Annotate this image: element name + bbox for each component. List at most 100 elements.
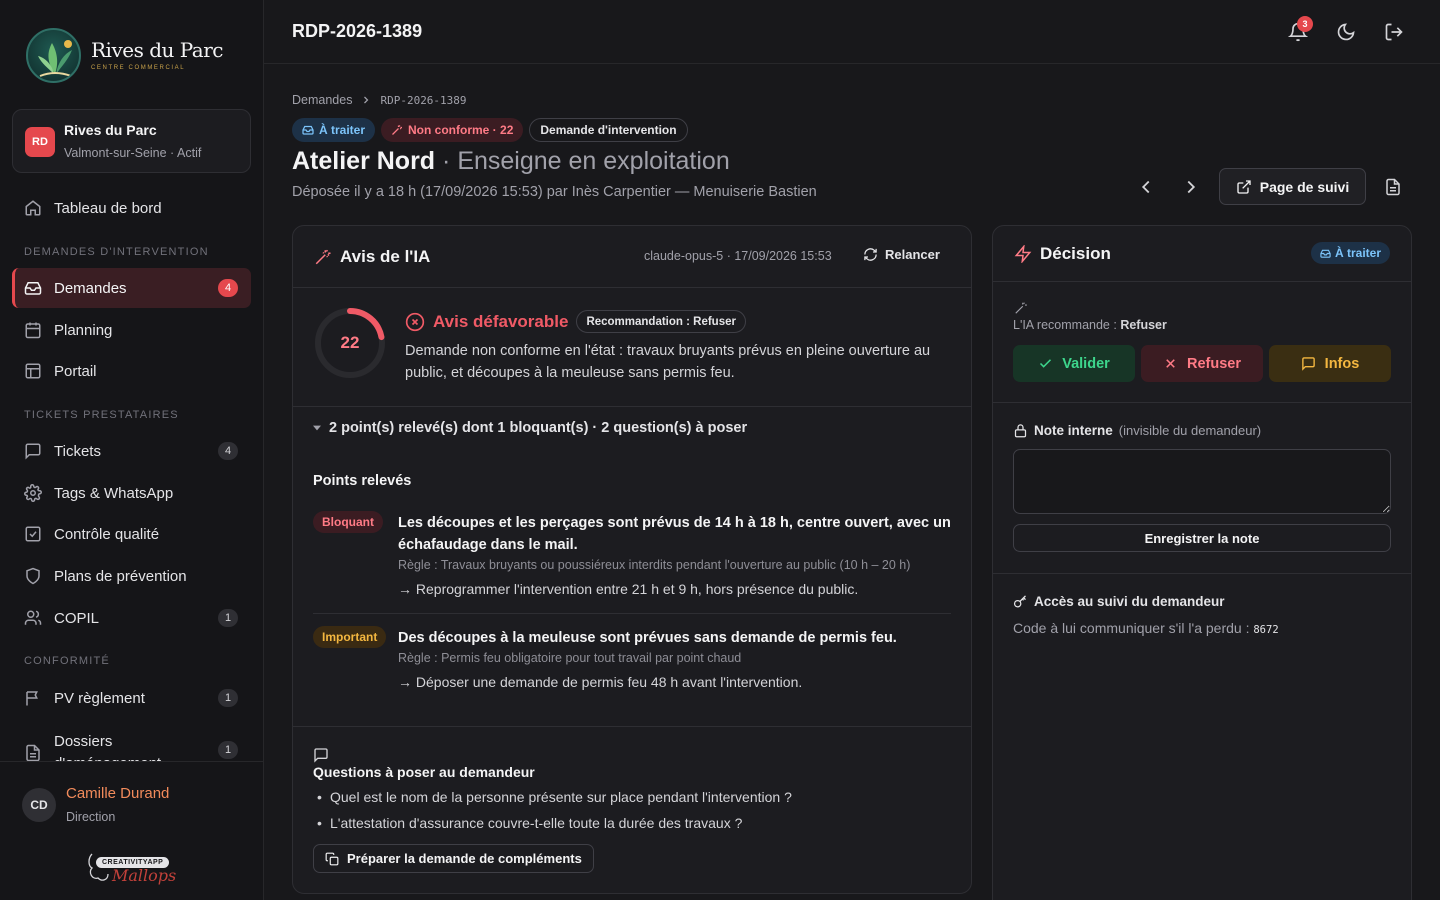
status-badge-label: À traiter — [1335, 246, 1382, 260]
sidebar-item-controle[interactable]: Contrôle qualité — [12, 514, 251, 554]
ai-recommendation-prefix: L'IA recommande : — [1013, 318, 1121, 332]
conformity-badge: Non conforme · 22 — [381, 118, 524, 142]
page-id-title: RDP-2026-1389 — [292, 21, 423, 41]
brand-name: Rives du Parc — [91, 38, 224, 62]
points-title: Points relevés — [313, 473, 412, 489]
zap-icon — [1014, 245, 1032, 263]
credit-signature: Mallops — [112, 866, 177, 885]
status-chips: À traiter Non conforme · 22 Demande d'in… — [292, 118, 688, 142]
validate-button[interactable]: Valider — [1013, 345, 1135, 382]
score-value: 22 — [340, 333, 360, 352]
page-title-main: Atelier Nord — [292, 147, 436, 175]
sidebar-item-plans[interactable]: Plans de prévention — [12, 556, 251, 596]
request-info-button[interactable]: Infos — [1269, 345, 1391, 382]
avatar[interactable]: CD — [22, 788, 56, 822]
verdict-title: Avis défavorable — [433, 311, 569, 331]
follow-page-button[interactable]: Page de suivi — [1219, 168, 1366, 205]
layout-icon — [25, 363, 41, 379]
issue-action: → Déposer une demande de permis feu 48 h… — [398, 674, 803, 690]
decision-card: Décision À traiter L'IA recommande : Ref… — [992, 225, 1412, 900]
brand-tagline: CENTRE COMMERCIAL — [91, 65, 186, 71]
sidebar-item-dashboard[interactable]: Tableau de bord — [12, 188, 251, 228]
sidebar-item-dossiers[interactable]: Dossiers d'aménagement 1 — [12, 730, 251, 761]
lock-icon — [1014, 424, 1027, 438]
type-badge: Demande d'intervention — [529, 118, 688, 142]
internal-note-field[interactable] — [1013, 449, 1391, 514]
sidebar-item-copil[interactable]: COPIL 1 — [12, 598, 251, 638]
sidebar-item-demandes[interactable]: Demandes 4 — [12, 268, 251, 308]
document-icon[interactable] — [1384, 178, 1402, 196]
sidebar-item-label: Tickets — [54, 442, 101, 460]
page-title: Atelier Nord · Enseigne en exploitation — [292, 147, 730, 176]
divider — [993, 573, 1411, 574]
site-name: Rives du Parc — [64, 122, 157, 138]
severity-badge: Important — [313, 626, 387, 648]
sidebar-item-tags[interactable]: Tags & WhatsApp — [12, 473, 251, 513]
sidebar-item-portail[interactable]: Portail — [12, 351, 251, 391]
x-circle-icon — [405, 312, 425, 331]
shield-icon — [26, 567, 40, 585]
ai-recommendation-line: L'IA recommande : Refuser — [1013, 318, 1167, 332]
chevron-right-icon — [364, 96, 369, 104]
dossiers-count-badge: 1 — [218, 741, 238, 759]
sidebar-item-label: Portail — [54, 362, 97, 380]
ai-review-card: Avis de l'IA claude-opus-5 · 17/09/2026 … — [292, 225, 972, 894]
logout-icon[interactable] — [1384, 22, 1404, 42]
message-square-icon — [314, 748, 328, 763]
top-bar: RDP-2026-1389 — [264, 0, 1440, 64]
triangle-down-icon — [313, 425, 321, 431]
sparkle-wand-icon — [315, 249, 331, 265]
save-note-button[interactable]: Enregistrer la note — [1013, 524, 1391, 552]
sidebar-item-label: Tags & WhatsApp — [54, 484, 174, 502]
user-panel: CD Camille Durand Direction CREATIVITYAP… — [0, 761, 263, 900]
file-text-icon — [26, 744, 40, 761]
chevron-left-icon[interactable] — [1135, 176, 1157, 198]
close-icon — [1166, 359, 1175, 368]
sidebar-item-label: Tableau de bord — [54, 199, 162, 217]
breadcrumb: Demandes RDP-2026-1389 — [292, 93, 467, 107]
inbox-icon — [302, 125, 314, 135]
follow-page-label: Page de suivi — [1259, 178, 1350, 195]
sidebar-item-planning[interactable]: Planning — [12, 310, 251, 350]
tickets-count-badge: 4 — [218, 442, 238, 460]
points-summary-label: 2 point(s) relevé(s) dont 1 bloquant(s) … — [329, 420, 748, 436]
issue-action: → Reprogrammer l'intervention entre 21 h… — [398, 581, 859, 597]
access-code-line: Code à lui communiquer s'il l'a perdu : … — [1013, 620, 1279, 636]
issue-title: Les découpes et les perçages sont prévus… — [398, 515, 951, 553]
home-icon — [25, 200, 41, 216]
users-icon — [24, 610, 42, 625]
access-title: Accès au suivi du demandeur — [1013, 594, 1225, 609]
note-label: Note interne (invisible du demandeur) — [1013, 423, 1261, 438]
divider — [293, 287, 971, 288]
refuse-button[interactable]: Refuser — [1141, 345, 1263, 382]
chevron-right-icon[interactable] — [1180, 176, 1202, 198]
external-link-icon — [1237, 179, 1251, 194]
verdict-summary: Demande non conforme en l'état : travaux… — [405, 343, 931, 381]
sparkle-wand-icon — [1015, 302, 1027, 314]
relaunch-label: Relancer — [885, 247, 940, 262]
moon-icon[interactable] — [1336, 22, 1356, 42]
recommendation-badge: Recommandation : Refuser — [576, 310, 746, 333]
flag-icon — [26, 691, 38, 706]
breadcrumb-parent[interactable]: Demandes — [292, 93, 352, 107]
sidebar-item-label: Dossiers d'aménagement — [54, 733, 161, 761]
points-collapse-toggle[interactable]: 2 point(s) relevé(s) dont 1 bloquant(s) … — [313, 420, 747, 436]
user-name[interactable]: Camille Durand — [66, 785, 169, 802]
refuse-label: Refuser — [1187, 355, 1241, 372]
sidebar-item-tickets[interactable]: Tickets 4 — [12, 431, 251, 471]
brand-logo[interactable]: Rives du Parc CENTRE COMMERCIAL — [26, 28, 224, 83]
status-badge: À traiter — [1311, 242, 1391, 264]
access-code: 8672 — [1253, 624, 1279, 636]
issue-item: Bloquant Les découpes et les perçages so… — [313, 511, 951, 601]
issue-title: Des découpes à la meuleuse sont prévues … — [398, 630, 897, 646]
list-item: L'attestation d'assurance couvre-t-elle … — [317, 815, 792, 841]
sidebar-item-pv[interactable]: PV règlement 1 — [12, 678, 251, 718]
page-title-sub: · Enseigne en exploitation — [442, 147, 730, 175]
validate-label: Valider — [1062, 355, 1110, 372]
site-switcher[interactable]: RD Rives du Parc Valmont-sur-Seine · Act… — [12, 109, 251, 173]
note-label-text: Note interne — [1034, 423, 1113, 438]
prepare-request-label: Préparer la demande de compléments — [347, 851, 582, 866]
prepare-request-button[interactable]: Préparer la demande de compléments — [313, 844, 594, 873]
relaunch-button[interactable]: Relancer — [863, 247, 940, 262]
divider — [993, 402, 1411, 403]
